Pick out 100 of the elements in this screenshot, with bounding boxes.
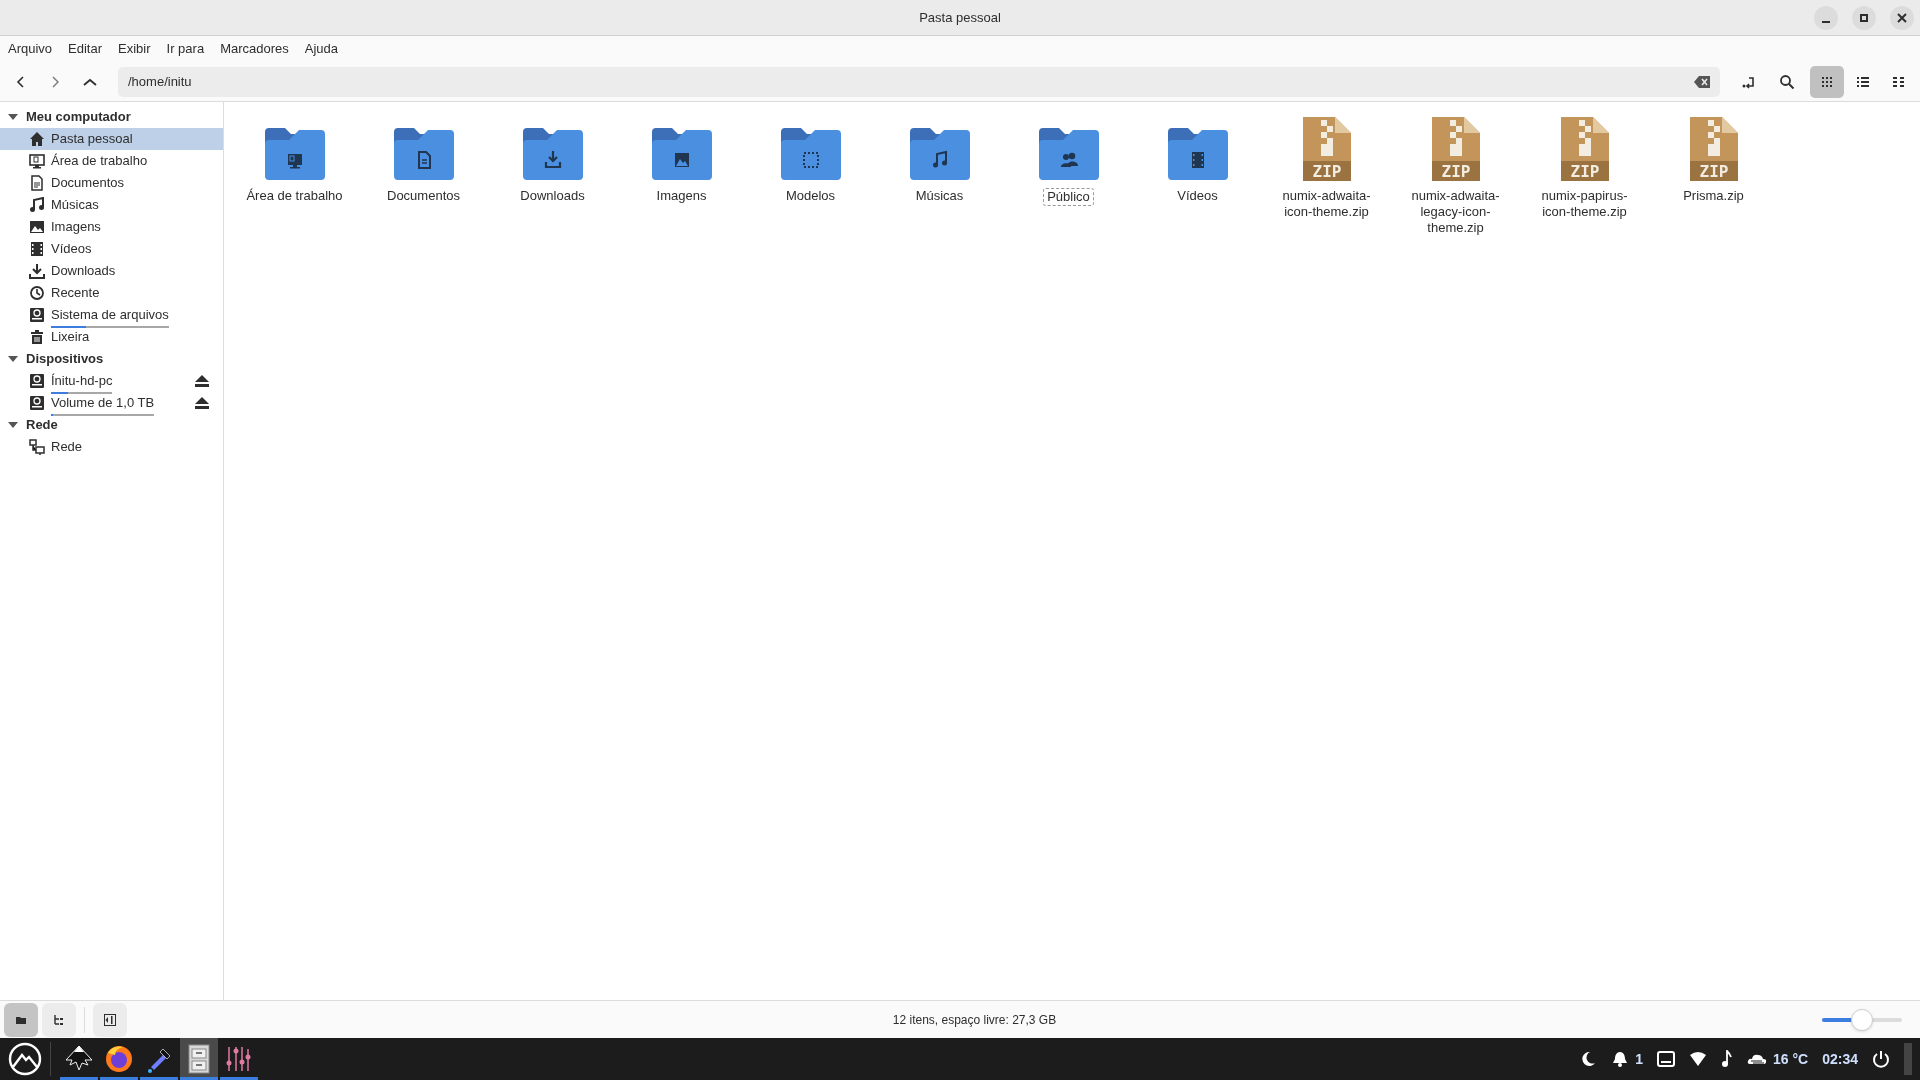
file-name[interactable]: Público [1043, 188, 1094, 206]
section-header: Rede [26, 416, 58, 435]
sidebar-item[interactable]: Músicas [0, 194, 223, 216]
menu-item[interactable]: Exibir [118, 39, 151, 59]
file-name[interactable]: Área de trabalho [242, 188, 347, 204]
zip-file-icon[interactable]: ZIP [1687, 116, 1740, 182]
running-indicator [100, 1077, 138, 1080]
sidebar-item[interactable]: Imagens [0, 216, 223, 238]
sidebar-panel-icon [104, 1013, 116, 1026]
file-name[interactable]: numix-adwaita-legacy-icon-theme.zip [1400, 188, 1511, 236]
path-text: /home/initu [128, 72, 193, 91]
expander-icon[interactable] [8, 421, 18, 429]
sidebar-item[interactable]: Área de trabalho [0, 150, 223, 172]
sidebar-item[interactable]: Ínitu-hd-pc [0, 370, 223, 392]
drive-icon [29, 395, 45, 411]
maximize-button[interactable] [1852, 6, 1876, 30]
sidebar-item[interactable]: Documentos [0, 172, 223, 194]
folder-icon [16, 1016, 26, 1024]
sidebar-item[interactable]: Sistema de arquivos [0, 304, 223, 326]
folder-icon[interactable] [1036, 126, 1101, 182]
launcher-logo-icon[interactable] [8, 1042, 42, 1076]
globe-icon [103, 1043, 135, 1075]
search-icon[interactable] [1779, 73, 1795, 90]
taskbar-app[interactable] [180, 1038, 218, 1080]
folder-icon[interactable] [520, 126, 585, 182]
file-name[interactable]: Vídeos [1173, 188, 1222, 204]
temperature-text: 16 °C [1773, 1049, 1809, 1069]
trash-icon [29, 329, 45, 345]
sidebar-item[interactable]: Lixeira [0, 326, 223, 348]
file-name[interactable]: Imagens [652, 188, 711, 204]
clock-text[interactable]: 02:34 [1822, 1048, 1858, 1070]
music-note-icon[interactable] [1721, 1050, 1733, 1068]
folder-icon[interactable] [1165, 126, 1230, 182]
status-text: 12 itens, espaço livre: 27,3 GB [892, 1011, 1057, 1029]
zip-file-icon[interactable]: ZIP [1429, 116, 1482, 182]
menu-item[interactable]: Ajuda [304, 39, 339, 59]
file-name[interactable]: Downloads [516, 188, 589, 204]
music-note-icon [29, 197, 45, 213]
file-name[interactable]: numix-papirus-icon-theme.zip [1529, 188, 1640, 220]
file-name[interactable]: Documentos [383, 188, 464, 204]
sidebar-item[interactable]: Rede [0, 436, 223, 458]
sidebar-item[interactable]: Vídeos [0, 238, 223, 260]
maximize-icon [1859, 13, 1869, 23]
running-indicator [220, 1077, 258, 1080]
eject-icon[interactable] [195, 375, 209, 387]
path-field[interactable]: /home/initu [118, 66, 1720, 97]
menu-item[interactable]: Marcadores [220, 39, 289, 59]
minimize-icon [1822, 21, 1830, 23]
clear-icon[interactable] [1694, 75, 1710, 88]
display-icon[interactable] [1657, 1051, 1675, 1067]
section-header: Dispositivos [26, 350, 104, 369]
home-icon [29, 131, 45, 147]
eject-icon[interactable] [195, 397, 209, 409]
wifi-icon[interactable] [1689, 1051, 1707, 1067]
close-icon [1897, 13, 1907, 23]
image-icon [29, 219, 45, 235]
file-name[interactable]: Modelos [781, 188, 840, 204]
folder-icon[interactable] [907, 126, 972, 182]
menu-item[interactable]: Ir para [166, 39, 205, 59]
file-name[interactable]: numix-adwaita-icon-theme.zip [1271, 188, 1382, 220]
running-indicator [60, 1077, 98, 1080]
icon-view-button[interactable] [1810, 65, 1844, 98]
minimize-button[interactable] [1814, 6, 1838, 30]
running-indicator [140, 1077, 178, 1080]
sidebar-item[interactable]: Volume de 1,0 TB [0, 392, 223, 414]
bell-icon[interactable] [1611, 1050, 1630, 1068]
zip-file-icon[interactable]: ZIP [1300, 116, 1353, 182]
section-header: Meu computador [26, 108, 131, 127]
network-icon [29, 439, 45, 455]
window-title: Pasta pessoal [919, 8, 1001, 27]
file-name[interactable]: Prisma.zip [1679, 188, 1748, 204]
menu-item[interactable]: Editar [68, 39, 103, 59]
folder-icon[interactable] [391, 126, 456, 182]
folder-icon[interactable] [649, 126, 714, 182]
drive-icon [29, 307, 45, 323]
sidebar-toggle-button[interactable] [93, 1002, 127, 1037]
close-button[interactable] [1890, 6, 1914, 30]
expander-icon[interactable] [8, 113, 18, 121]
cloud-icon [1747, 1052, 1767, 1066]
folder-icon[interactable] [262, 126, 327, 182]
download-icon [29, 263, 45, 279]
file-name[interactable]: Músicas [911, 188, 968, 204]
sidebar-item[interactable]: Downloads [0, 260, 223, 282]
tree-view-button[interactable] [42, 1002, 76, 1037]
power-icon[interactable] [1872, 1050, 1890, 1068]
clock-icon [29, 285, 45, 301]
running-indicator [180, 1077, 218, 1080]
places-button[interactable] [4, 1002, 38, 1037]
film-icon [29, 241, 45, 257]
notification-count: 1 [1635, 1049, 1643, 1069]
zip-file-icon[interactable]: ZIP [1558, 116, 1611, 182]
drive-icon [29, 373, 45, 389]
tree-icon [54, 1013, 63, 1025]
monitor-icon [29, 153, 45, 169]
zoom-slider[interactable] [1822, 1007, 1902, 1032]
expander-icon[interactable] [8, 355, 18, 363]
document-icon [29, 175, 45, 191]
menu-item[interactable]: Arquivo [8, 39, 53, 59]
sidebar-item[interactable]: Recente [0, 282, 223, 304]
sidebar-item[interactable]: Pasta pessoal [0, 128, 223, 150]
